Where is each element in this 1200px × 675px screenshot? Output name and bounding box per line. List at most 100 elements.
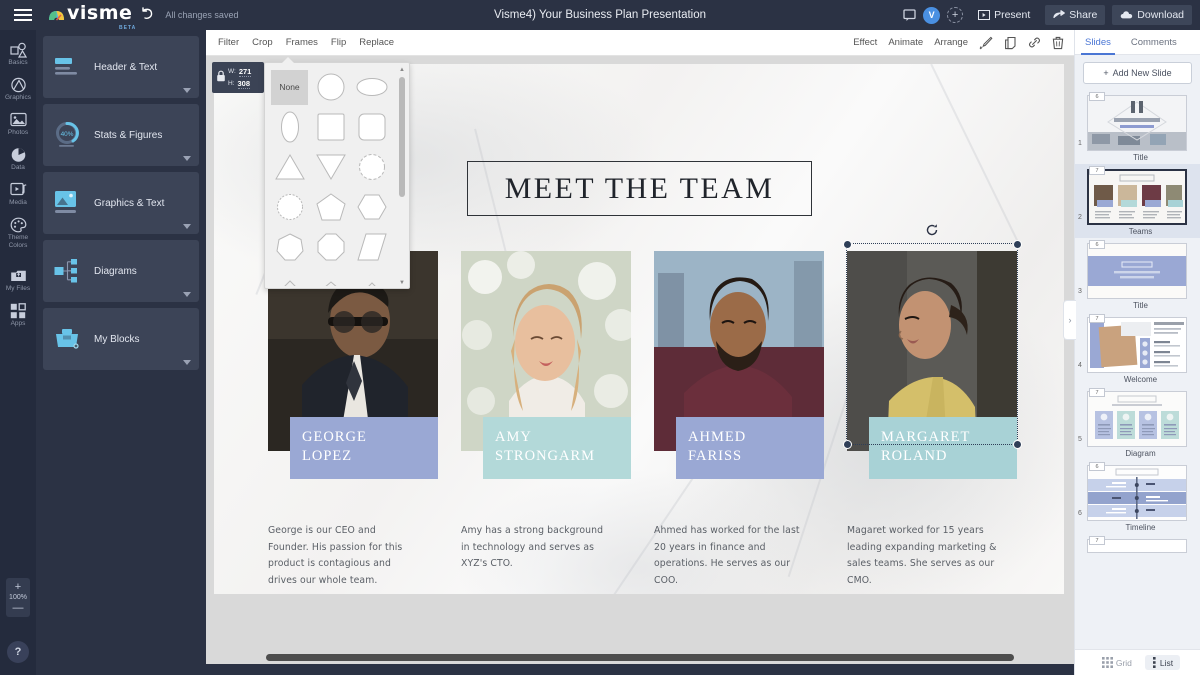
frame-option-heptagon[interactable]	[269, 227, 310, 267]
team-name-box[interactable]: AMY STRONGARM	[483, 417, 631, 479]
team-name-box[interactable]: AHMED FARISS	[676, 417, 824, 479]
slide-list-item[interactable]: 3 6 Title	[1075, 238, 1200, 312]
trash-icon[interactable]	[1052, 36, 1064, 50]
duplicate-icon[interactable]	[1004, 36, 1017, 50]
slide-title-box[interactable]: MEET THE TEAM	[467, 161, 812, 216]
animate-button[interactable]: Animate	[888, 37, 923, 48]
rail-item-photos[interactable]: Photos	[0, 106, 36, 141]
slide-thumbnail-list[interactable]: 1 6 Title 2	[1075, 90, 1200, 647]
team-card[interactable]: AHMED FARISS Ahmed has worked for the la…	[654, 251, 824, 589]
panel-block-stats-figures[interactable]: 40% Stats & Figures	[43, 104, 199, 166]
frame-option-circle[interactable]	[310, 67, 351, 107]
team-bio[interactable]: Ahmed has worked for the last 20 years i…	[654, 523, 804, 589]
download-button[interactable]: Download	[1112, 5, 1192, 25]
frames-scrollbar[interactable]: ▲ ▼	[398, 67, 406, 286]
frame-option-rounded-square[interactable]	[351, 107, 392, 147]
frames-dropdown-panel[interactable]: None	[264, 62, 410, 289]
team-bio[interactable]: George is our CEO and Founder. His passi…	[268, 523, 418, 589]
slide-list-item[interactable]: 6 6	[1075, 460, 1200, 534]
resize-handle-bottom-right[interactable]	[1013, 440, 1022, 449]
menu-hamburger-icon[interactable]	[6, 9, 40, 21]
frame-option-hexagon[interactable]	[351, 187, 392, 227]
frame-option-triangle[interactable]	[269, 147, 310, 187]
tab-comments[interactable]: Comments	[1121, 30, 1187, 55]
tab-slides[interactable]: Slides	[1075, 30, 1121, 55]
slide-thumbnail[interactable]	[1087, 317, 1187, 373]
scroll-up-icon[interactable]: ▲	[398, 67, 406, 73]
lock-icon[interactable]	[216, 70, 226, 85]
resize-handle-top-left[interactable]	[843, 240, 852, 249]
panel-block-diagrams[interactable]: Diagrams	[43, 240, 199, 302]
effect-button[interactable]: Effect	[853, 37, 877, 48]
slide-thumbnail[interactable]	[1087, 95, 1187, 151]
zoom-out-button[interactable]: —	[13, 603, 24, 613]
brush-icon[interactable]	[979, 36, 993, 50]
chevron-down-icon[interactable]	[183, 156, 191, 161]
grid-view-button[interactable]: Grid	[1095, 655, 1139, 670]
frames-tool-button[interactable]: Frames	[286, 37, 318, 48]
user-avatar[interactable]: V	[923, 7, 940, 24]
slide-thumbnail[interactable]	[1087, 465, 1187, 521]
crop-tool-button[interactable]: Crop	[252, 37, 273, 48]
arrange-button[interactable]: Arrange	[934, 37, 968, 48]
flip-tool-button[interactable]: Flip	[331, 37, 346, 48]
rail-item-theme-colors[interactable]: Theme Colors	[0, 211, 36, 254]
chevron-down-icon[interactable]	[183, 88, 191, 93]
panel-block-header-text[interactable]: Header & Text	[43, 36, 199, 98]
scrollbar-thumb[interactable]	[399, 77, 405, 197]
frame-option-chevron-b[interactable]	[310, 267, 351, 286]
add-collaborator-button[interactable]: +	[947, 7, 963, 23]
present-button[interactable]: Present	[970, 5, 1038, 25]
collapse-panel-button[interactable]: ›	[1063, 300, 1076, 340]
chevron-down-icon[interactable]	[183, 360, 191, 365]
frame-option-chevron-a[interactable]	[269, 267, 310, 286]
add-new-slide-button[interactable]: + Add New Slide	[1083, 62, 1192, 84]
slide-thumbnail[interactable]	[1087, 243, 1187, 299]
team-name-box[interactable]: GEORGE LOPEZ	[290, 417, 438, 479]
rail-item-data[interactable]: Data	[0, 141, 36, 176]
slide-list-item[interactable]: 4 7	[1075, 312, 1200, 386]
scroll-down-icon[interactable]: ▼	[398, 280, 406, 286]
team-card[interactable]: AMY STRONGARM Amy has a strong backgroun…	[461, 251, 631, 589]
list-view-button[interactable]: List	[1145, 655, 1180, 670]
slide-list-item[interactable]: 1 6 Title	[1075, 90, 1200, 164]
team-card[interactable]: MARGARET ROLAND Magaret worked for 15 ye…	[847, 251, 1017, 589]
frame-option-burst[interactable]	[351, 147, 392, 187]
frame-option-chevron-c[interactable]	[351, 267, 392, 286]
frame-option-tall-ellipse[interactable]	[269, 107, 310, 147]
rail-item-my-files[interactable]: My Files	[0, 262, 36, 297]
rail-item-basics[interactable]: Basics	[0, 36, 36, 71]
share-button[interactable]: Share	[1045, 5, 1105, 25]
panel-block-graphics-text[interactable]: Graphics & Text	[43, 172, 199, 234]
frame-option-parallelogram[interactable]	[351, 227, 392, 267]
team-name-box[interactable]: MARGARET ROLAND	[869, 417, 1017, 479]
rotate-handle-icon[interactable]	[925, 223, 939, 237]
slide-list-item[interactable]: 7	[1075, 534, 1200, 555]
width-value[interactable]: 271	[239, 67, 252, 77]
comment-icon[interactable]	[903, 9, 916, 21]
frame-option-inverted-triangle[interactable]	[310, 147, 351, 187]
frame-option-none[interactable]: None	[269, 67, 310, 107]
rail-item-graphics[interactable]: Graphics	[0, 71, 36, 106]
resize-handle-bottom-left[interactable]	[843, 440, 852, 449]
chevron-down-icon[interactable]	[183, 292, 191, 297]
frame-option-pentagon[interactable]	[310, 187, 351, 227]
slide-list-item-selected[interactable]: 2 7	[1075, 164, 1200, 238]
canvas-horizontal-scrollbar[interactable]	[266, 654, 1014, 661]
team-bio[interactable]: Magaret worked for 15 years leading expa…	[847, 523, 997, 589]
frame-option-square[interactable]	[310, 107, 351, 147]
resize-handle-top-right[interactable]	[1013, 240, 1022, 249]
rail-item-media[interactable]: Media	[0, 176, 36, 211]
height-value[interactable]: 308	[238, 79, 251, 89]
frame-option-octagon[interactable]	[310, 227, 351, 267]
undo-icon[interactable]	[140, 7, 154, 23]
slide-thumbnail[interactable]	[1087, 169, 1187, 225]
panel-block-my-blocks[interactable]: My Blocks	[43, 308, 199, 370]
link-icon[interactable]	[1028, 36, 1041, 49]
frame-option-dotted-circle[interactable]	[269, 187, 310, 227]
frame-option-ellipse[interactable]	[351, 67, 392, 107]
slide-list-item[interactable]: 5 7	[1075, 386, 1200, 460]
slide-thumbnail[interactable]	[1087, 391, 1187, 447]
chevron-down-icon[interactable]	[183, 224, 191, 229]
team-bio[interactable]: Amy has a strong background in technolog…	[461, 523, 611, 573]
